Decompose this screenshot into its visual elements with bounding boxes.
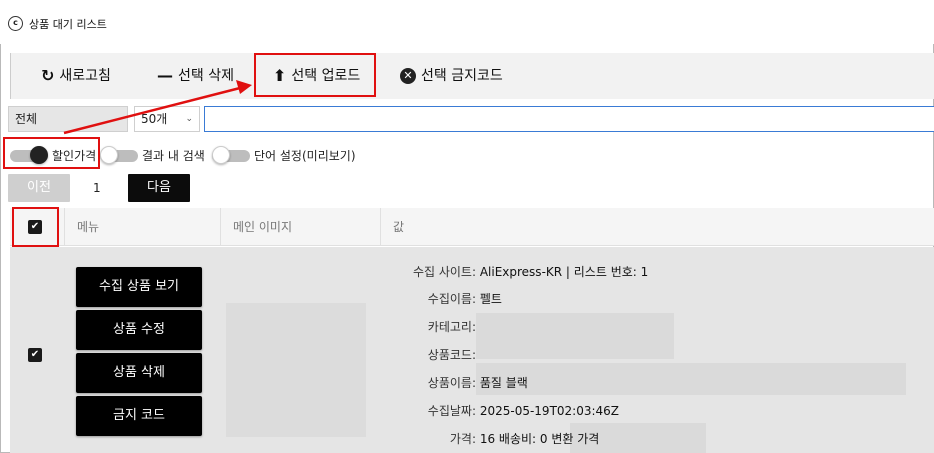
column-header-menu: 메뉴 <box>64 208 220 246</box>
search-input[interactable] <box>204 106 934 132</box>
toggle-row: 할인가격 결과 내 검색 단어 설정(미리보기) <box>0 142 934 166</box>
field-site: 수집 사이트: AliExpress-KR | 리스트 번호: 1 <box>398 263 648 280</box>
search-in-results-toggle[interactable]: 결과 내 검색 <box>100 145 205 164</box>
refresh-label: 새로고침 <box>59 68 111 84</box>
table-row: ✔ 수집 상품 보기 상품 수정 상품 삭제 금지 코드 수집 사이트: Ali… <box>10 247 934 453</box>
main-image <box>226 303 366 437</box>
category-select[interactable]: 전체 <box>8 106 128 132</box>
field-site-value: AliExpress-KR | 리스트 번호: 1 <box>479 265 649 279</box>
word-setting-toggle[interactable]: 단어 설정(미리보기) <box>212 145 356 164</box>
refresh-icon: ↻ <box>41 66 55 85</box>
table-header: ✔ 메뉴 메인 이미지 값 <box>10 208 934 246</box>
next-page-button[interactable]: 다음 <box>128 174 190 202</box>
view-collected-product-button[interactable]: 수집 상품 보기 <box>76 267 202 307</box>
field-product-name-label: 상품이름: <box>427 376 476 390</box>
field-product-name-value: 품질 블랙 <box>479 376 528 390</box>
ban-code-button[interactable]: ✕ 선택 금지코드 <box>400 53 503 99</box>
word-toggle-label: 단어 설정(미리보기) <box>254 149 356 163</box>
field-collect-date-label: 수집날짜: <box>427 404 476 418</box>
field-price-value: 16 배송비: 0 변환 가격 <box>479 432 600 446</box>
field-category-label: 카테고리: <box>427 320 476 334</box>
ban-label: 선택 금지코드 <box>421 68 503 84</box>
close-circle-icon: ✕ <box>400 68 416 84</box>
results-toggle-track <box>100 145 138 164</box>
discount-highlight-box <box>3 137 100 169</box>
redacted-category-code <box>476 313 674 359</box>
delete-product-button[interactable]: 상품 삭제 <box>76 353 202 393</box>
column-header-main-image: 메인 이미지 <box>220 208 380 246</box>
prev-page-button[interactable]: 이전 <box>8 174 70 202</box>
delete-label: 선택 삭제 <box>178 68 234 84</box>
field-collect-name-value: 펠트 <box>479 292 502 306</box>
delete-selected-button[interactable]: — 선택 삭제 <box>157 53 234 99</box>
ban-code-row-button[interactable]: 금지 코드 <box>76 396 202 436</box>
refresh-button[interactable]: ↻ 새로고침 <box>41 53 111 99</box>
checkbox-highlight-box <box>12 207 59 247</box>
field-product-code-label: 상품코드: <box>427 348 476 362</box>
page-size-value: 50개 <box>141 112 168 126</box>
title-bar: c 상품 대기 리스트 <box>0 0 934 44</box>
word-toggle-knob <box>212 145 230 164</box>
results-toggle-label: 결과 내 검색 <box>142 149 205 163</box>
minus-icon: — <box>157 66 173 85</box>
window-title: 상품 대기 리스트 <box>29 18 107 31</box>
results-toggle-knob <box>100 145 118 164</box>
upload-highlight-box <box>254 53 376 97</box>
chevron-down-icon: ⌄ <box>185 114 193 124</box>
field-product-name: 상품이름: 품질 블랙 <box>398 374 528 391</box>
field-site-label: 수집 사이트: <box>412 265 476 279</box>
column-header-value: 값 <box>380 208 934 246</box>
field-collect-date-value: 2025-05-19T02:03:46Z <box>479 404 620 418</box>
edit-product-button[interactable]: 상품 수정 <box>76 310 202 350</box>
coupang-logo-icon: c <box>8 16 23 31</box>
redacted-product-name <box>476 363 906 395</box>
row-checkbox[interactable]: ✔ <box>28 348 42 362</box>
current-page: 1 <box>93 181 101 195</box>
field-collect-date: 수집날짜: 2025-05-19T02:03:46Z <box>398 402 619 419</box>
word-toggle-track <box>212 145 250 164</box>
field-collect-name: 수집이름: 펠트 <box>398 290 502 307</box>
page-size-select[interactable]: 50개 ⌄ <box>134 106 200 132</box>
field-price: 가격: 16 배송비: 0 변환 가격 <box>398 430 599 447</box>
category-select-value: 전체 <box>15 112 38 126</box>
field-product-code: 상품코드: <box>398 346 476 363</box>
field-category: 카테고리: <box>398 318 476 335</box>
field-collect-name-label: 수집이름: <box>427 292 476 306</box>
toolbar: ↻ 새로고침 — 선택 삭제 ⬆ 선택 업로드 ✕ 선택 금지코드 <box>10 53 934 99</box>
field-price-label: 가격: <box>449 432 476 446</box>
